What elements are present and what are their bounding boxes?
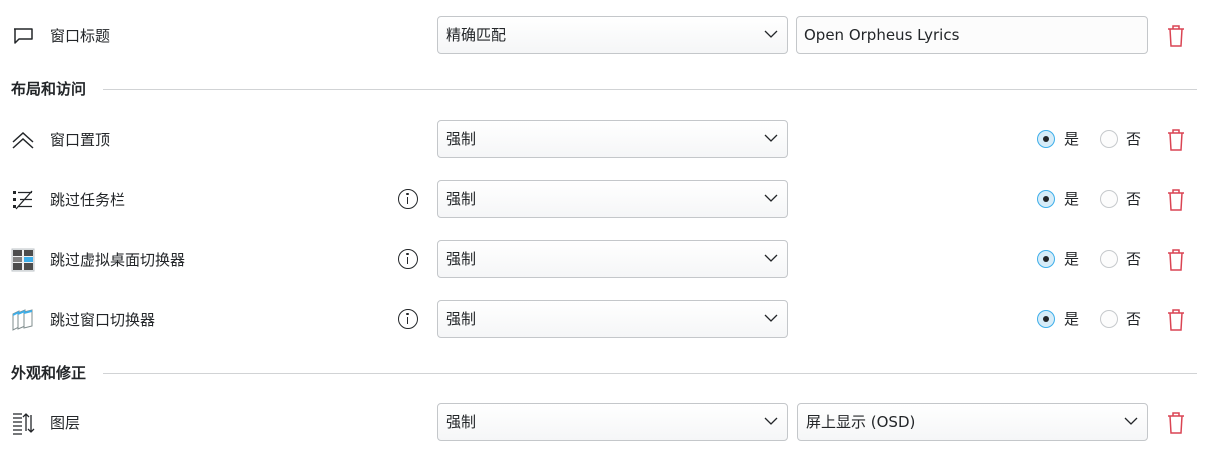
no-radio[interactable] <box>1100 310 1118 328</box>
info-icon[interactable] <box>398 309 418 329</box>
chevron-down-icon <box>764 254 778 262</box>
select-value: 强制 <box>446 413 477 431</box>
delete-icon[interactable] <box>1165 308 1187 332</box>
chevron-down-icon <box>1124 417 1138 425</box>
select-value: 强制 <box>446 310 477 328</box>
rule-label: 跳过窗口切换器 <box>50 311 156 329</box>
chevron-down-icon <box>764 417 778 425</box>
yes-label: 是 <box>1064 130 1080 148</box>
rule-row-skip-pager: 跳过虚拟桌面切换器 强制 是 否 <box>0 239 1206 281</box>
select-value: 精确匹配 <box>446 26 507 44</box>
rule-label: 窗口置顶 <box>50 131 111 149</box>
select-value: 强制 <box>446 130 477 148</box>
rule-row-window-title: 窗口标题 精确匹配 Open Orpheus Lyrics <box>0 15 1206 57</box>
no-label: 否 <box>1126 190 1142 208</box>
yes-radio[interactable] <box>1037 130 1055 148</box>
policy-select[interactable]: 强制 <box>437 300 788 338</box>
policy-select[interactable]: 强制 <box>437 240 788 278</box>
chevron-down-icon <box>764 30 778 38</box>
section-divider <box>103 373 1197 374</box>
skip-taskbar-icon <box>13 190 33 210</box>
window-title-icon <box>14 28 33 44</box>
section-layout-access: 布局和访问 <box>0 76 1206 102</box>
section-title: 外观和修正 <box>11 360 97 386</box>
no-radio[interactable] <box>1100 250 1118 268</box>
delete-icon[interactable] <box>1165 248 1187 272</box>
delete-icon[interactable] <box>1165 411 1187 435</box>
yes-label: 是 <box>1064 310 1080 328</box>
rule-label: 图层 <box>50 414 81 432</box>
info-icon[interactable] <box>398 249 418 269</box>
yes-radio[interactable] <box>1037 250 1055 268</box>
match-type-select[interactable]: 精确匹配 <box>437 16 788 54</box>
chevron-down-icon <box>764 314 778 322</box>
no-label: 否 <box>1126 250 1142 268</box>
layer-icon <box>13 413 35 435</box>
select-value: 屏上显示 (OSD) <box>806 413 916 431</box>
chevron-down-icon <box>764 194 778 202</box>
input-value: Open Orpheus Lyrics <box>804 26 960 44</box>
skip-pager-icon <box>11 248 35 272</box>
no-radio[interactable] <box>1100 130 1118 148</box>
delete-icon[interactable] <box>1165 188 1187 212</box>
no-label: 否 <box>1126 310 1142 328</box>
skip-switcher-icon <box>12 309 33 331</box>
keep-above-icon <box>12 131 34 149</box>
delete-icon[interactable] <box>1165 24 1187 48</box>
rule-row-skip-taskbar: 跳过任务栏 强制 是 否 <box>0 179 1206 221</box>
yes-label: 是 <box>1064 190 1080 208</box>
info-icon[interactable] <box>398 189 418 209</box>
layer-select[interactable]: 屏上显示 (OSD) <box>797 403 1148 441</box>
no-label: 否 <box>1126 130 1142 148</box>
policy-select[interactable]: 强制 <box>437 180 788 218</box>
select-value: 强制 <box>446 250 477 268</box>
rule-row-skip-switcher: 跳过窗口切换器 强制 是 否 <box>0 299 1206 341</box>
select-value: 强制 <box>446 190 477 208</box>
no-radio[interactable] <box>1100 190 1118 208</box>
yes-radio[interactable] <box>1037 190 1055 208</box>
yes-label: 是 <box>1064 250 1080 268</box>
rule-label: 窗口标题 <box>50 27 111 45</box>
policy-select[interactable]: 强制 <box>437 403 788 441</box>
section-title: 布局和访问 <box>11 76 97 102</box>
rule-label: 跳过任务栏 <box>50 191 126 209</box>
rule-label: 跳过虚拟桌面切换器 <box>50 251 186 269</box>
yes-radio[interactable] <box>1037 310 1055 328</box>
window-title-input[interactable]: Open Orpheus Lyrics <box>796 16 1148 54</box>
section-divider <box>103 89 1197 90</box>
rule-row-keep-above: 窗口置顶 强制 是 否 <box>0 119 1206 161</box>
delete-icon[interactable] <box>1165 128 1187 152</box>
chevron-down-icon <box>764 134 778 142</box>
policy-select[interactable]: 强制 <box>437 120 788 158</box>
rule-row-layer: 图层 强制 屏上显示 (OSD) <box>0 402 1206 444</box>
section-appearance-fixes: 外观和修正 <box>0 360 1206 386</box>
